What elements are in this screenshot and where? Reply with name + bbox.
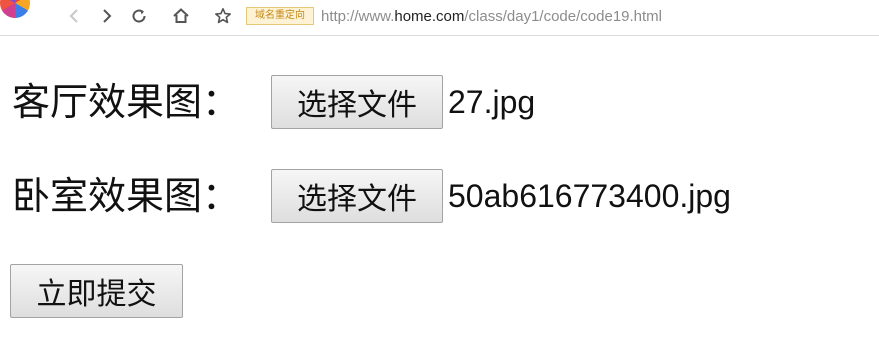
- bookmark-star-icon[interactable]: [212, 5, 234, 27]
- bedroom-filename: 50ab616773400.jpg: [448, 177, 731, 214]
- submit-button[interactable]: 立即提交: [10, 264, 183, 318]
- browser-logo[interactable]: [0, 0, 30, 18]
- forward-icon[interactable]: [96, 5, 118, 27]
- url-scheme: http://www.: [321, 8, 395, 25]
- living-room-choose-file-button[interactable]: 选择文件: [271, 75, 443, 129]
- reload-icon[interactable]: [128, 5, 150, 27]
- browser-toolbar: 域名重定向 http://www.home.com/class/day1/cod…: [0, 0, 879, 36]
- address-bar[interactable]: http://www.home.com/class/day1/code/code…: [321, 7, 662, 27]
- bedroom-label: 卧室效果图：: [12, 174, 241, 218]
- url-path: /class/day1/code/code19.html: [464, 8, 663, 25]
- living-room-filename: 27.jpg: [448, 83, 536, 120]
- bedroom-upload-row: 卧室效果图： 选择文件 50ab616773400.jpg: [12, 169, 731, 223]
- bedroom-choose-file-button[interactable]: 选择文件: [271, 169, 443, 223]
- living-room-label: 客厅效果图：: [12, 80, 241, 124]
- home-icon[interactable]: [170, 5, 192, 27]
- living-room-upload-row: 客厅效果图： 选择文件 27.jpg: [12, 75, 535, 129]
- back-icon[interactable]: [63, 5, 85, 27]
- redirect-badge[interactable]: 域名重定向: [246, 7, 314, 25]
- url-host: home.com: [394, 8, 465, 25]
